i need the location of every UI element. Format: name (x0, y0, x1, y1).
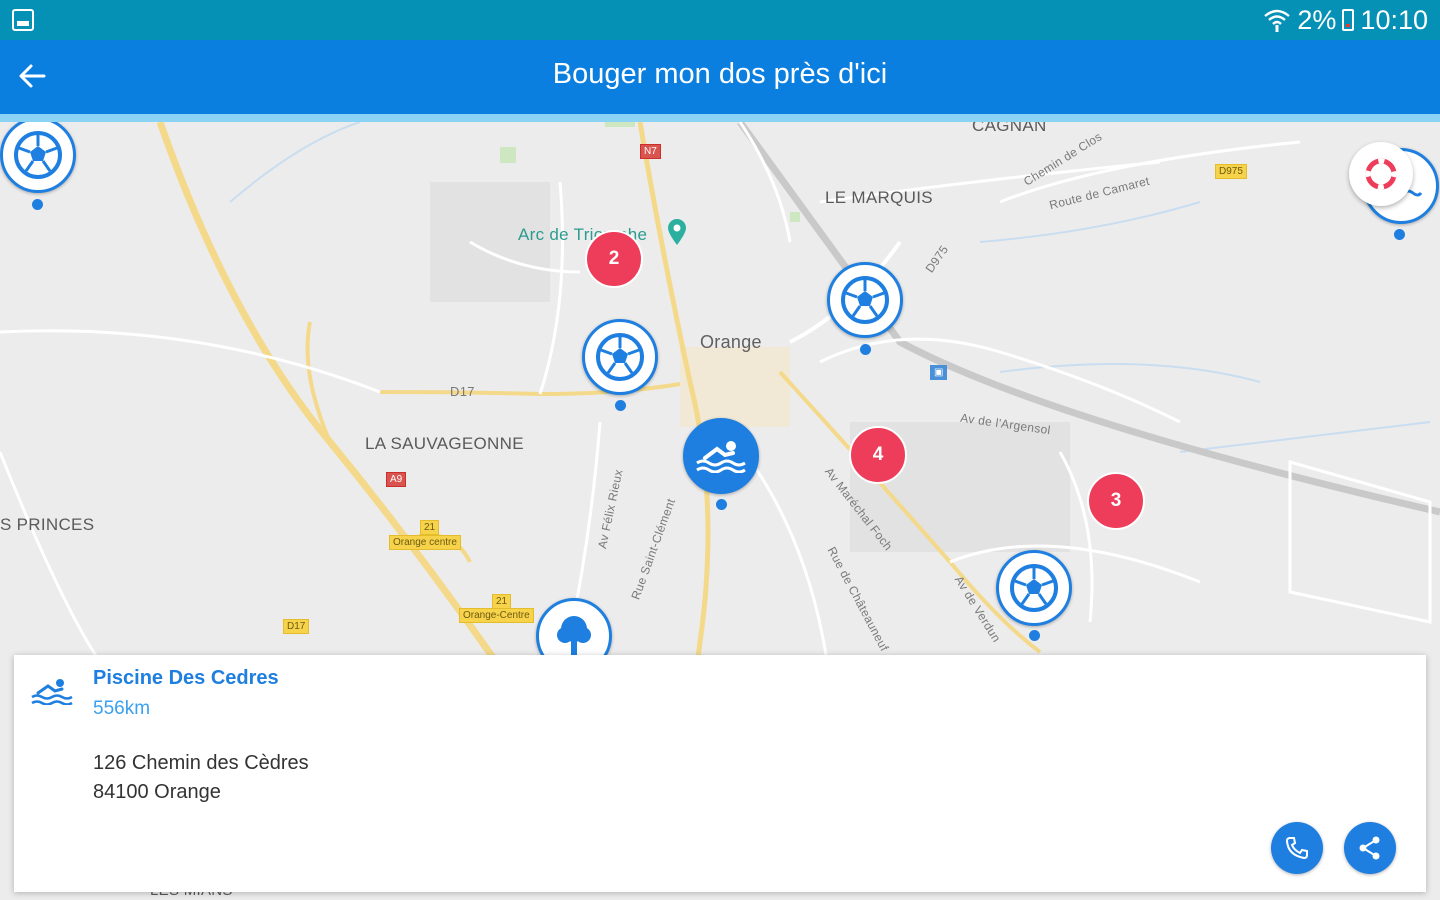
status-bar: 2% 10:10 (0, 0, 1440, 40)
cluster-marker[interactable]: 3 (1087, 472, 1145, 530)
map-label-la-sauvageonne: LA SAUVAGEONNE (365, 434, 524, 453)
app-bar: Bouger mon dos près d'ici (0, 40, 1440, 114)
road-tag-exit21b-name: Orange-Centre (459, 608, 534, 623)
page-title: Bouger mon dos près d'ici (552, 58, 888, 90)
tree-icon (557, 616, 591, 656)
swimming-marker-selected[interactable] (683, 418, 759, 494)
place-info-card[interactable]: Piscine Des Cedres 556km 126 Chemin des … (14, 655, 1426, 892)
football-marker[interactable] (827, 262, 903, 338)
football-marker[interactable] (582, 319, 658, 395)
map-label-orange: Orange (700, 332, 762, 352)
swimming-icon (696, 441, 746, 473)
place-address-line1: 126 Chemin des Cèdres (93, 752, 309, 774)
status-bar-right: 2% 10:10 (1263, 4, 1428, 36)
clock: 10:10 (1360, 4, 1428, 35)
map-label-cagnan: CAGNAN (972, 122, 1047, 135)
marker-dot (615, 400, 626, 411)
road-tag-a9: A9 (386, 472, 407, 487)
football-icon (1010, 564, 1058, 612)
road-tag-n7: N7 (640, 144, 661, 159)
place-title[interactable]: Piscine Des Cedres (93, 667, 279, 690)
map-label-d17: D17 (450, 384, 475, 399)
marker-dot (860, 344, 871, 355)
call-button[interactable] (1271, 822, 1323, 874)
battery-percent: 2% (1297, 4, 1337, 35)
road-tag-exit21a: 21 (420, 520, 440, 535)
road-tag-exit21a-name: Orange centre (389, 535, 461, 550)
share-icon (1359, 836, 1380, 860)
cluster-marker[interactable]: 4 (849, 426, 907, 484)
map-label-princes: S PRINCES (0, 515, 95, 534)
swimming-icon (31, 679, 73, 705)
cluster-marker[interactable]: 2 (585, 230, 643, 288)
marker-dot (1029, 630, 1040, 641)
phone-icon (1285, 837, 1308, 860)
road-tag-d975: D975 (1215, 164, 1247, 179)
app-bar-divider (0, 114, 1440, 122)
football-icon (841, 276, 889, 324)
place-distance: 556km (93, 698, 151, 719)
football-icon (14, 131, 62, 179)
marker-dot (32, 199, 43, 210)
football-icon (596, 333, 644, 381)
lifebuoy-icon (1365, 158, 1397, 190)
wifi-icon (1264, 9, 1291, 32)
map-label-le-marquis: LE MARQUIS (825, 188, 933, 207)
share-button[interactable] (1344, 822, 1396, 874)
road-tag-d17: D17 (283, 619, 310, 634)
battery-icon (1342, 9, 1355, 31)
football-marker[interactable] (996, 550, 1072, 626)
road-tag-exit21b: 21 (492, 594, 512, 609)
notification-icon (12, 9, 34, 31)
marker-dot (1394, 229, 1405, 240)
transit-stop-icon: ▣ (930, 365, 948, 380)
place-address-line2: 84100 Orange (93, 781, 221, 803)
emergency-button[interactable] (1349, 142, 1413, 206)
map-pin-icon (668, 219, 686, 245)
marker-dot (716, 499, 727, 510)
